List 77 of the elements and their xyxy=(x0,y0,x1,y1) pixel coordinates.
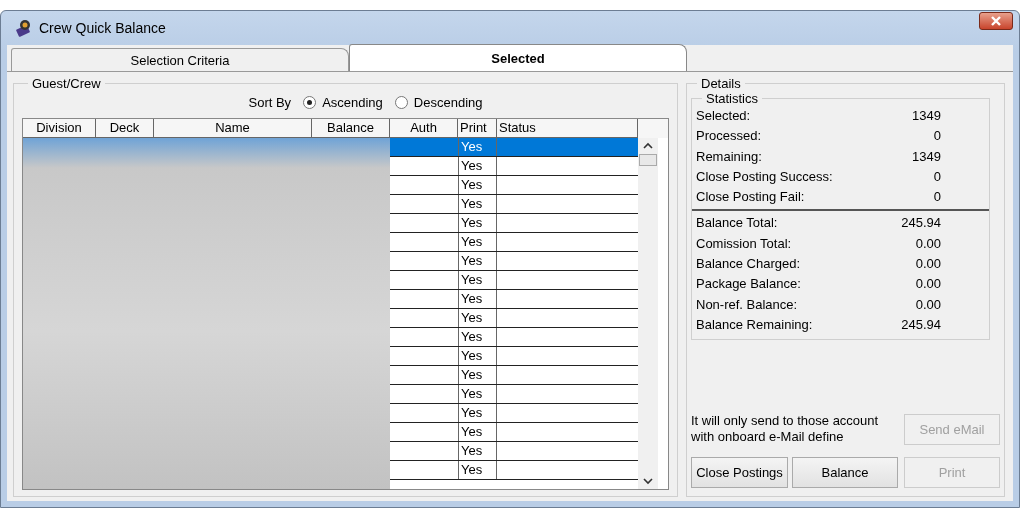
group-title: Details xyxy=(700,76,742,91)
table-cell: Yes xyxy=(458,233,497,251)
stat-label: Balance Charged: xyxy=(696,255,801,274)
stat-value: 0 xyxy=(933,127,941,146)
app-icon xyxy=(15,19,33,37)
stat-value: 0 xyxy=(933,188,941,207)
table-cell: Yes xyxy=(458,309,497,327)
table-cell: Yes xyxy=(458,366,497,384)
table-row[interactable]: Yes xyxy=(390,442,638,461)
stat-label: Close Posting Fail: xyxy=(696,188,805,207)
close-button[interactable] xyxy=(979,12,1013,30)
group-title: Statistics xyxy=(705,91,759,106)
stat-value: 1349 xyxy=(912,147,941,166)
group-title: Guest/Crew xyxy=(31,76,102,91)
table-cell: Yes xyxy=(458,461,497,479)
scroll-thumb[interactable] xyxy=(639,154,657,166)
stat-value: 0.00 xyxy=(915,295,941,314)
table-cell: Yes xyxy=(458,252,497,270)
tab[interactable]: Selected xyxy=(349,44,687,71)
stat-value: 245.94 xyxy=(901,315,941,334)
table-row[interactable]: Yes xyxy=(390,423,638,442)
action-button[interactable]: Close Postings xyxy=(691,457,788,488)
stat-label: Selected: xyxy=(696,107,751,125)
tab[interactable]: Selection Criteria xyxy=(11,48,349,71)
table-cell: Yes xyxy=(458,138,497,156)
table-cell: Yes xyxy=(458,271,497,289)
stat-value: 245.94 xyxy=(901,214,941,233)
radio-option[interactable]: Ascending xyxy=(303,95,383,110)
stat-label: Remaining: xyxy=(696,147,762,166)
table-row[interactable]: Yes xyxy=(390,366,638,385)
stat-label: Balance Total: xyxy=(696,214,778,233)
stat-value: 0 xyxy=(933,167,941,186)
stat-label: Balance Remaining: xyxy=(696,315,813,334)
radio-option[interactable]: Descending xyxy=(394,95,483,110)
stat-value: 1349 xyxy=(912,107,941,125)
table-row[interactable]: Yes xyxy=(390,138,638,157)
table-row[interactable]: Yes xyxy=(390,176,638,195)
table-row[interactable]: Yes xyxy=(390,157,638,176)
scrollbar[interactable] xyxy=(638,138,658,489)
table-row[interactable]: Yes xyxy=(390,385,638,404)
table-cell: Yes xyxy=(458,423,497,441)
table-row[interactable]: Yes xyxy=(390,233,638,252)
radio-icon[interactable] xyxy=(303,96,317,109)
table-row[interactable]: Yes xyxy=(390,252,638,271)
table-cell: Yes xyxy=(458,157,497,175)
stat-label: Close Posting Success: xyxy=(696,167,833,186)
stat-value: 0.00 xyxy=(915,234,941,253)
stat-value: 0.00 xyxy=(915,275,941,294)
stat-label: Processed: xyxy=(696,127,762,146)
radio-icon[interactable] xyxy=(394,96,408,109)
table-cell: Yes xyxy=(458,404,497,422)
table-row[interactable]: Yes xyxy=(390,214,638,233)
action-button[interactable]: Balance xyxy=(792,457,898,488)
stat-value: 0.00 xyxy=(915,255,941,274)
table-cell: Yes xyxy=(458,347,497,365)
table-cell: Yes xyxy=(458,290,497,308)
table-cell: Yes xyxy=(458,176,497,194)
table-row[interactable]: Yes xyxy=(390,328,638,347)
table-cell: Yes xyxy=(458,195,497,213)
window-title: Crew Quick Balance xyxy=(39,20,166,36)
table-row[interactable]: Yes xyxy=(390,404,638,423)
info-text: It will only send to those account with onboard e-Mail define xyxy=(691,413,880,445)
sort-label: Sort By xyxy=(248,95,292,110)
stat-label: Non-ref. Balance: xyxy=(696,295,798,314)
table-cell: Yes xyxy=(458,328,497,346)
close-icon xyxy=(991,16,1001,26)
table-row[interactable]: Yes xyxy=(390,309,638,328)
stat-label: Comission Total: xyxy=(696,234,792,253)
table-row[interactable]: Yes xyxy=(390,290,638,309)
table-cell: Yes xyxy=(458,442,497,460)
table-cell: Yes xyxy=(458,214,497,232)
table-cell: Yes xyxy=(458,385,497,403)
table-row[interactable]: Yes xyxy=(390,195,638,214)
table-row[interactable]: Yes xyxy=(390,347,638,366)
stat-label: Package Balance: xyxy=(696,275,801,294)
table-row[interactable]: Yes xyxy=(390,461,638,480)
table-row[interactable]: Yes xyxy=(390,271,638,290)
